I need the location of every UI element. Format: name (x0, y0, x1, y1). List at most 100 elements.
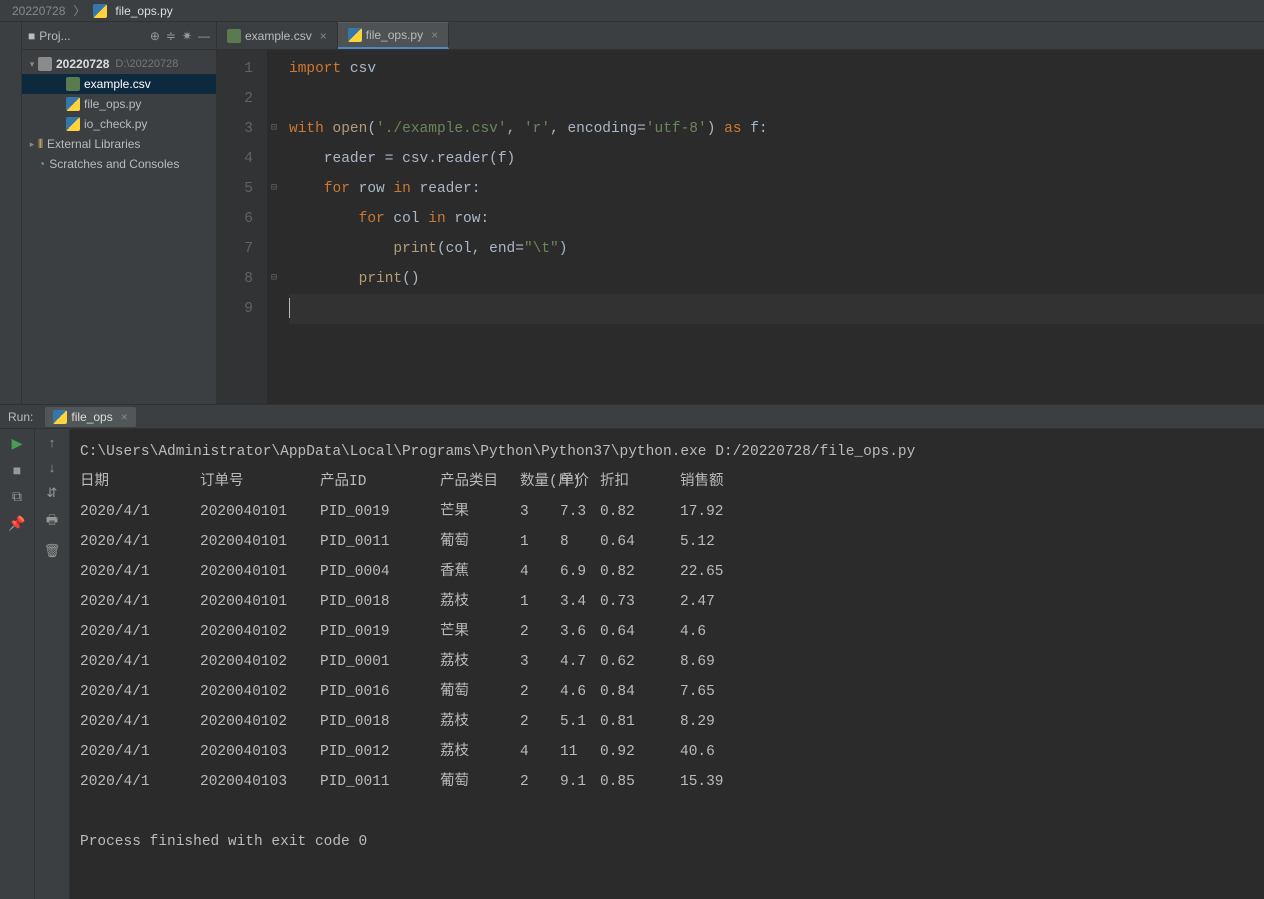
tree-scratches[interactable]: ◔ Scratches and Consoles (22, 154, 216, 174)
run-toolbar-left: ▶ ■ ⧉ 📌 (0, 429, 35, 899)
tab-label: example.csv (245, 29, 312, 43)
trash-icon[interactable]: 🗑 (44, 543, 61, 559)
console-data-row: 2020/4/12020040101PID_0018荔枝13.40.732.47 (80, 587, 1254, 617)
csv-icon (66, 77, 80, 91)
code-line[interactable]: import csv (289, 54, 1264, 84)
fold-marker[interactable]: ⊟ (267, 114, 281, 144)
folder-icon (38, 57, 52, 71)
console-data-row: 2020/4/12020040101PID_0004香蕉46.90.8222.6… (80, 557, 1254, 587)
tree-file-label: example.csv (84, 77, 151, 91)
library-icon: ⫴ (38, 137, 43, 152)
tree-file-label: file_ops.py (84, 97, 141, 111)
editor-tabs: example.csv×file_ops.py× (217, 22, 1264, 50)
code-line[interactable]: with open('./example.csv', 'r', encoding… (289, 114, 1264, 144)
console-data-row: 2020/4/12020040101PID_0011葡萄180.645.12 (80, 527, 1254, 557)
line-number: 9 (217, 294, 253, 324)
code-line[interactable]: print() (289, 264, 1264, 294)
hide-icon[interactable]: — (198, 29, 210, 43)
console-command: C:\Users\Administrator\AppData\Local\Pro… (80, 437, 1254, 467)
code-editor[interactable]: 123456789 ⊟ ⊟ ⊟ import csv with open('./exa… (217, 50, 1264, 404)
run-tab[interactable]: file_ops × (45, 407, 135, 427)
tree-file[interactable]: io_check.py (22, 114, 216, 134)
console-data-row: 2020/4/12020040101PID_0019芒果37.30.8217.9… (80, 497, 1254, 527)
fold-marker[interactable]: ⊟ (267, 174, 281, 204)
code-body[interactable]: import csv with open('./example.csv', 'r'… (281, 50, 1264, 404)
line-number: 4 (217, 144, 253, 174)
up-icon[interactable]: ↑ (49, 435, 56, 450)
close-icon[interactable]: × (431, 28, 438, 42)
tree-scratches-label: Scratches and Consoles (49, 157, 179, 171)
settings-icon[interactable]: ✷ (182, 29, 192, 43)
editor-area: example.csv×file_ops.py× 123456789 ⊟⊟⊟ i… (217, 22, 1264, 404)
left-tool-rail (0, 22, 22, 404)
run-tab-label: file_ops (71, 410, 112, 424)
code-line[interactable] (289, 84, 1264, 114)
stop-button[interactable]: ■ (13, 462, 21, 478)
run-panel: Run: file_ops × ▶ ■ ⧉ 📌 ↑ ↓ ⇵ 🖶 🗑 C:\Use… (0, 404, 1264, 899)
line-number: 1 (217, 54, 253, 84)
breadcrumb-file[interactable]: file_ops.py (115, 4, 172, 18)
code-line[interactable] (289, 294, 1264, 324)
chevron-down-icon[interactable]: ▾ (26, 59, 38, 70)
csv-icon (227, 29, 241, 43)
line-number: 7 (217, 234, 253, 264)
console-data-row: 2020/4/12020040102PID_0019芒果23.60.644.6 (80, 617, 1254, 647)
editor-tab[interactable]: example.csv × (217, 22, 338, 49)
fold-marker (267, 204, 281, 234)
code-line[interactable]: reader = csv.reader(f) (289, 144, 1264, 174)
project-panel-header: ■ Proj... ⊕ ≑ ✷ — (22, 22, 216, 50)
tree-external-label: External Libraries (47, 137, 140, 151)
console-header: 日期订单号产品ID产品类目数量(斤)单价折扣销售额 (80, 467, 1254, 497)
project-panel-title: Proj... (39, 29, 70, 43)
line-number: 2 (217, 84, 253, 114)
console-data-row: 2020/4/12020040103PID_0011葡萄29.10.8515.3… (80, 767, 1254, 797)
locate-icon[interactable]: ⊕ (150, 29, 160, 43)
console-output[interactable]: C:\Users\Administrator\AppData\Local\Pro… (70, 429, 1264, 899)
wrap-icon[interactable]: ⇵ (47, 485, 58, 501)
line-number: 8 (217, 264, 253, 294)
fold-marker (267, 84, 281, 114)
fold-marker[interactable]: ⊟ (267, 264, 281, 294)
tree-file[interactable]: example.csv (22, 74, 216, 94)
console-exit: Process finished with exit code 0 (80, 827, 1254, 857)
tree-root-label: 20220728 (56, 57, 109, 71)
console-data-row: 2020/4/12020040102PID_0018荔枝25.10.818.29 (80, 707, 1254, 737)
python-icon (93, 4, 107, 18)
close-icon[interactable]: × (121, 410, 128, 424)
tree-root[interactable]: ▾ 20220728 D:\20220728 (22, 54, 216, 74)
python-icon (66, 97, 80, 111)
console-data-row: 2020/4/12020040102PID_0001荔枝34.70.628.69 (80, 647, 1254, 677)
editor-tab[interactable]: file_ops.py× (338, 22, 449, 49)
expand-icon[interactable]: ≑ (166, 29, 176, 43)
python-icon (53, 410, 67, 424)
breadcrumb-root[interactable]: 20220728 (12, 4, 65, 18)
console-data-row: 2020/4/12020040103PID_0012荔枝4110.9240.6 (80, 737, 1254, 767)
python-icon (348, 28, 362, 42)
code-line[interactable]: for row in reader: (289, 174, 1264, 204)
tree-root-path: D:\20220728 (115, 58, 178, 70)
line-number: 6 (217, 204, 253, 234)
tree-external[interactable]: ▸ ⫴ External Libraries (22, 134, 216, 154)
close-icon[interactable]: × (320, 29, 327, 43)
code-line[interactable]: print(col, end="\t") (289, 234, 1264, 264)
down-icon[interactable]: ↓ (49, 460, 56, 475)
line-number: 3 (217, 114, 253, 144)
project-panel: ■ Proj... ⊕ ≑ ✷ — ▾ 20220728 D:\20220728… (22, 22, 217, 404)
tree-file-label: io_check.py (84, 117, 147, 131)
fold-marker (267, 54, 281, 84)
run-button[interactable]: ▶ (12, 435, 23, 452)
layout-button[interactable]: ⧉ (12, 488, 22, 505)
pin-button[interactable]: 📌 (8, 515, 25, 532)
run-label: Run: (8, 410, 33, 424)
console-data-row: 2020/4/12020040102PID_0016葡萄24.60.847.65 (80, 677, 1254, 707)
line-number: 5 (217, 174, 253, 204)
line-gutter: 123456789 (217, 50, 267, 404)
fold-column: ⊟ ⊟ ⊟ (267, 50, 281, 404)
chevron-right-icon[interactable]: ▸ (26, 139, 38, 150)
print-icon[interactable]: 🖶 (46, 511, 58, 533)
code-line[interactable]: for col in row: (289, 204, 1264, 234)
tree-file[interactable]: file_ops.py (22, 94, 216, 114)
scratches-icon: ◔ (38, 157, 45, 171)
fold-marker (267, 234, 281, 264)
breadcrumb-sep: 〉 (73, 2, 85, 19)
